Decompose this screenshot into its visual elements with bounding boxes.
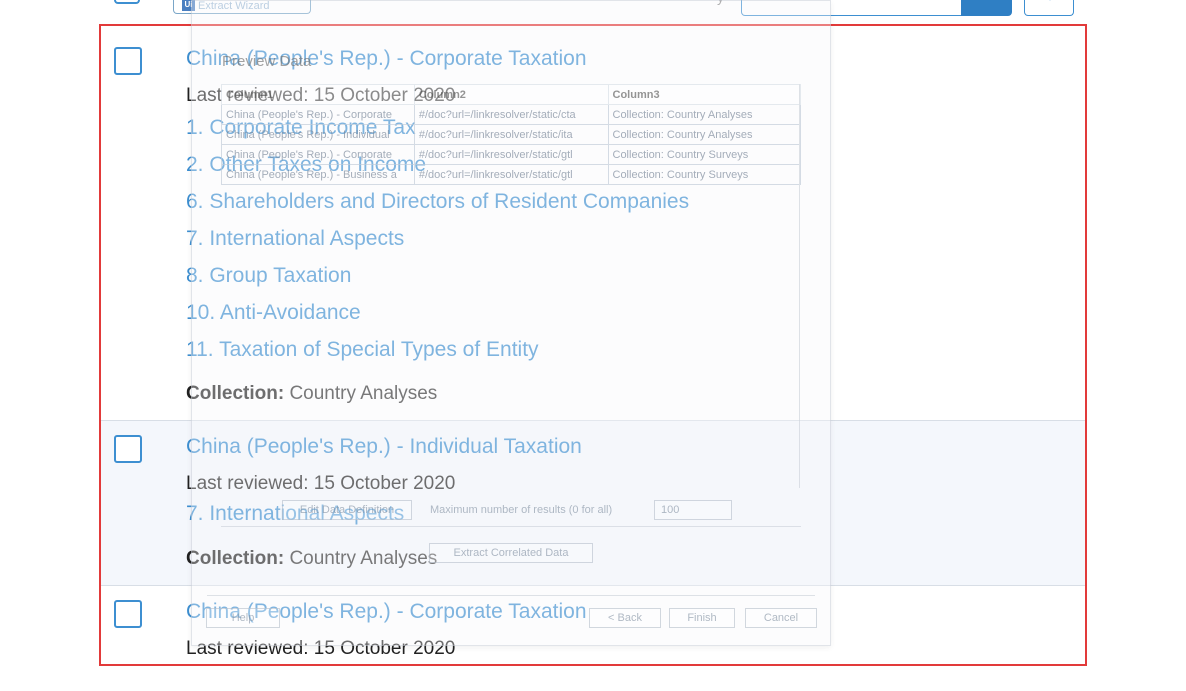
collection-value: Country Analyses xyxy=(284,383,438,404)
chapter-link[interactable]: 8. Group Taxation xyxy=(186,264,351,288)
search-button[interactable] xyxy=(961,0,1012,16)
result-title-link[interactable]: China (People's Rep.) - Corporate Taxati… xyxy=(186,47,587,71)
sort-label: y xyxy=(717,0,724,5)
result-title-link[interactable]: China (People's Rep.) - Corporate Taxati… xyxy=(186,600,587,624)
chapter-link[interactable]: 11. Taxation of Special Types of Entity xyxy=(186,338,539,362)
chapter-link[interactable]: 10. Anti-Avoidance xyxy=(186,301,361,325)
collection-info: Collection: Country Analyses xyxy=(186,548,437,570)
sort-select[interactable] xyxy=(741,0,963,16)
collection-label: Collection: xyxy=(186,383,285,404)
last-reviewed: Last reviewed: 15 October 2020 xyxy=(186,85,456,106)
last-reviewed: Last reviewed: 15 October 2020 xyxy=(186,638,456,659)
chapter-link[interactable]: 7. International Aspects xyxy=(186,227,404,251)
result-checkbox[interactable] xyxy=(114,47,142,75)
result-checkbox[interactable] xyxy=(114,600,142,628)
collection-value: Country Analyses xyxy=(284,548,438,569)
chapter-link[interactable]: 7. International Aspects xyxy=(186,502,404,526)
uipath-logo-icon: Ui xyxy=(182,0,195,11)
last-reviewed: Last reviewed: 15 October 2020 xyxy=(186,473,456,494)
result-item: China (People's Rep.) - Corporate Taxati… xyxy=(101,585,1085,664)
chapter-link[interactable]: 2. Other Taxes on Income xyxy=(186,153,426,177)
chapter-link[interactable]: 1. Corporate Income Tax xyxy=(186,116,416,140)
sort-order-button[interactable] xyxy=(1024,0,1074,16)
top-toolbar: Ui Extract Wizard y xyxy=(100,0,1086,24)
collection-label: Collection: xyxy=(186,548,285,569)
result-item: China (People's Rep.) - Corporate Taxati… xyxy=(101,26,1085,420)
select-all-checkbox[interactable] xyxy=(114,0,140,4)
extract-wizard-button[interactable]: Ui Extract Wizard xyxy=(173,0,311,14)
result-checkbox[interactable] xyxy=(114,435,142,463)
results-list: China (People's Rep.) - Corporate Taxati… xyxy=(99,24,1087,666)
extract-wizard-label: Extract Wizard xyxy=(198,0,270,12)
result-title-link[interactable]: China (People's Rep.) - Individual Taxat… xyxy=(186,435,582,459)
result-item: China (People's Rep.) - Individual Taxat… xyxy=(101,420,1085,585)
chapter-link[interactable]: 6. Shareholders and Directors of Residen… xyxy=(186,190,689,214)
collection-info: Collection: Country Analyses xyxy=(186,383,437,405)
